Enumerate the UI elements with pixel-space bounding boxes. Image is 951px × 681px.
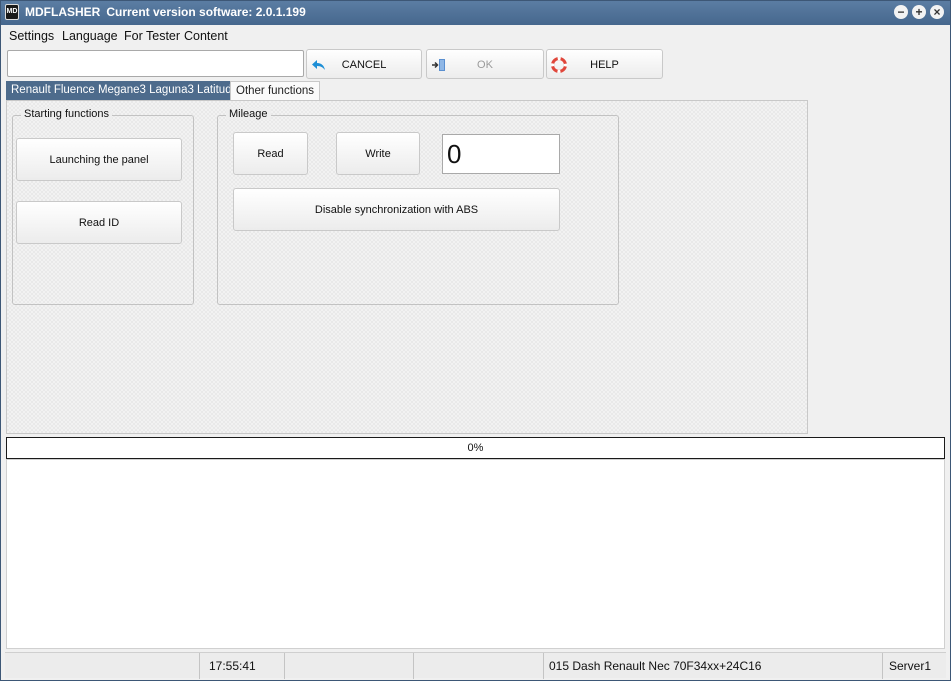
status-cell-1 <box>5 653 200 679</box>
read-id-button[interactable]: Read ID <box>16 201 182 244</box>
progress-text: 0% <box>467 442 484 454</box>
window-title: MDFLASHER Current version software: 2.0.1… <box>25 5 306 19</box>
ok-button[interactable]: OK <box>426 49 544 79</box>
status-time: 17:55:41 <box>205 653 285 679</box>
mileage-title: Mileage <box>226 108 271 120</box>
toolbar: CANCEL OK HELP <box>1 47 950 81</box>
menu-bar: Settings Language For Tester Content <box>1 25 950 47</box>
mileage-value-field[interactable]: 0 <box>442 134 560 174</box>
mileage-group: Mileage Read Write 0 Disable synchroniza… <box>217 108 619 305</box>
menu-settings[interactable]: Settings <box>9 29 54 43</box>
ok-label: OK <box>477 59 493 71</box>
close-icon[interactable]: × <box>930 5 944 19</box>
title-bar[interactable]: MD MDFLASHER Current version software: 2.… <box>1 1 950 25</box>
maximize-icon[interactable]: + <box>912 5 926 19</box>
status-cell-4 <box>414 653 544 679</box>
disable-abs-sync-button[interactable]: Disable synchronization with ABS <box>233 188 560 231</box>
tab-content-panel: Starting functions Launching the panel R… <box>6 100 808 434</box>
status-cell-3 <box>285 653 414 679</box>
app-logo-icon: MD <box>5 4 19 20</box>
help-button[interactable]: HELP <box>546 49 663 79</box>
launch-panel-label: Launching the panel <box>49 153 149 166</box>
tab-renault-fluence[interactable]: Renault Fluence Megane3 Laguna3 Latitude <box>6 81 243 100</box>
status-bar: 17:55:41 015 Dash Renault Nec 70F34xx+24… <box>5 652 946 679</box>
menu-for-tester[interactable]: For Tester <box>124 29 180 43</box>
tab-other-functions[interactable]: Other functions <box>230 81 320 100</box>
toolbar-input[interactable] <box>7 50 304 77</box>
cancel-button[interactable]: CANCEL <box>306 49 422 79</box>
app-name: MDFLASHER <box>25 5 101 19</box>
disable-abs-sync-label: Disable synchronization with ABS <box>314 203 479 216</box>
read-mileage-label: Read <box>257 147 284 160</box>
write-mileage-button[interactable]: Write <box>336 132 420 175</box>
version-title: Current version software: 2.0.1.199 <box>106 5 306 19</box>
read-mileage-button[interactable]: Read <box>233 132 308 175</box>
minimize-icon[interactable]: − <box>894 5 908 19</box>
status-device: 015 Dash Renault Nec 70F34xx+24C16 <box>545 653 883 679</box>
log-area[interactable] <box>6 459 945 649</box>
menu-content[interactable]: Content <box>184 29 228 43</box>
help-label: HELP <box>590 59 619 71</box>
menu-language[interactable]: Language <box>62 29 118 43</box>
app-window: MD MDFLASHER Current version software: 2.… <box>0 0 951 681</box>
starting-functions-title: Starting functions <box>21 108 112 120</box>
write-mileage-label: Write <box>365 147 391 160</box>
progress-bar: 0% <box>6 437 945 459</box>
starting-functions-group: Starting functions Launching the panel R… <box>12 108 194 305</box>
status-server: Server1 <box>889 659 932 673</box>
read-id-label: Read ID <box>78 216 120 229</box>
cancel-label: CANCEL <box>341 59 387 71</box>
launch-panel-button[interactable]: Launching the panel <box>16 138 182 181</box>
